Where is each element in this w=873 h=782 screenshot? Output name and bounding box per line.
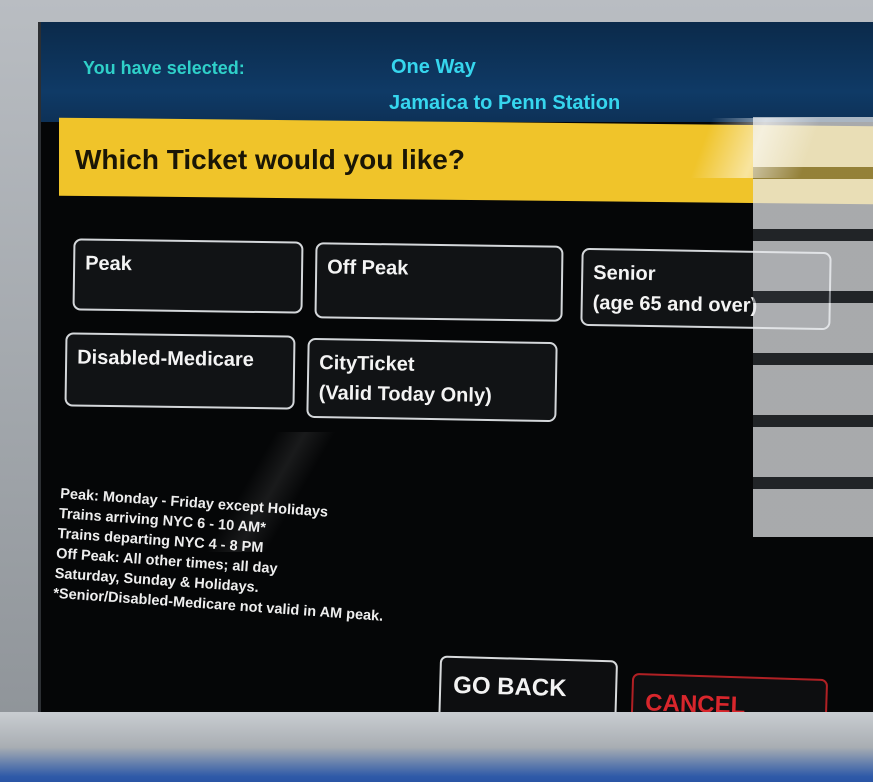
- ticket-sublabel: (Valid Today Only): [318, 382, 492, 408]
- kiosk-bezel: [0, 712, 873, 782]
- go-back-button[interactable]: GO BACK: [438, 655, 618, 712]
- ticket-label: Disabled-Medicare: [77, 346, 255, 372]
- ticket-label: Peak: [85, 252, 133, 276]
- ticket-label: Off Peak: [327, 256, 409, 280]
- window-reflection: [753, 117, 873, 537]
- selected-route: Jamaica to Penn Station: [389, 92, 621, 114]
- ticket-label: CityTicket: [319, 352, 415, 376]
- ticket-kiosk-screen: You have selected: One Way Jamaica to Pe…: [38, 22, 873, 712]
- cityticket-button[interactable]: CityTicket (Valid Today Only): [306, 337, 558, 423]
- selected-trip-type: One Way: [391, 56, 476, 78]
- disabled-medicare-ticket-button[interactable]: Disabled-Medicare: [64, 332, 296, 410]
- fare-notes: Peak: Monday - Friday except Holidays Tr…: [53, 484, 480, 633]
- peak-ticket-button[interactable]: Peak: [72, 238, 304, 314]
- prompt-question: Which Ticket would you like?: [75, 144, 465, 175]
- selected-label: You have selected:: [83, 58, 245, 78]
- off-peak-ticket-button[interactable]: Off Peak: [314, 242, 564, 322]
- cancel-button[interactable]: CANCEL: [629, 672, 829, 712]
